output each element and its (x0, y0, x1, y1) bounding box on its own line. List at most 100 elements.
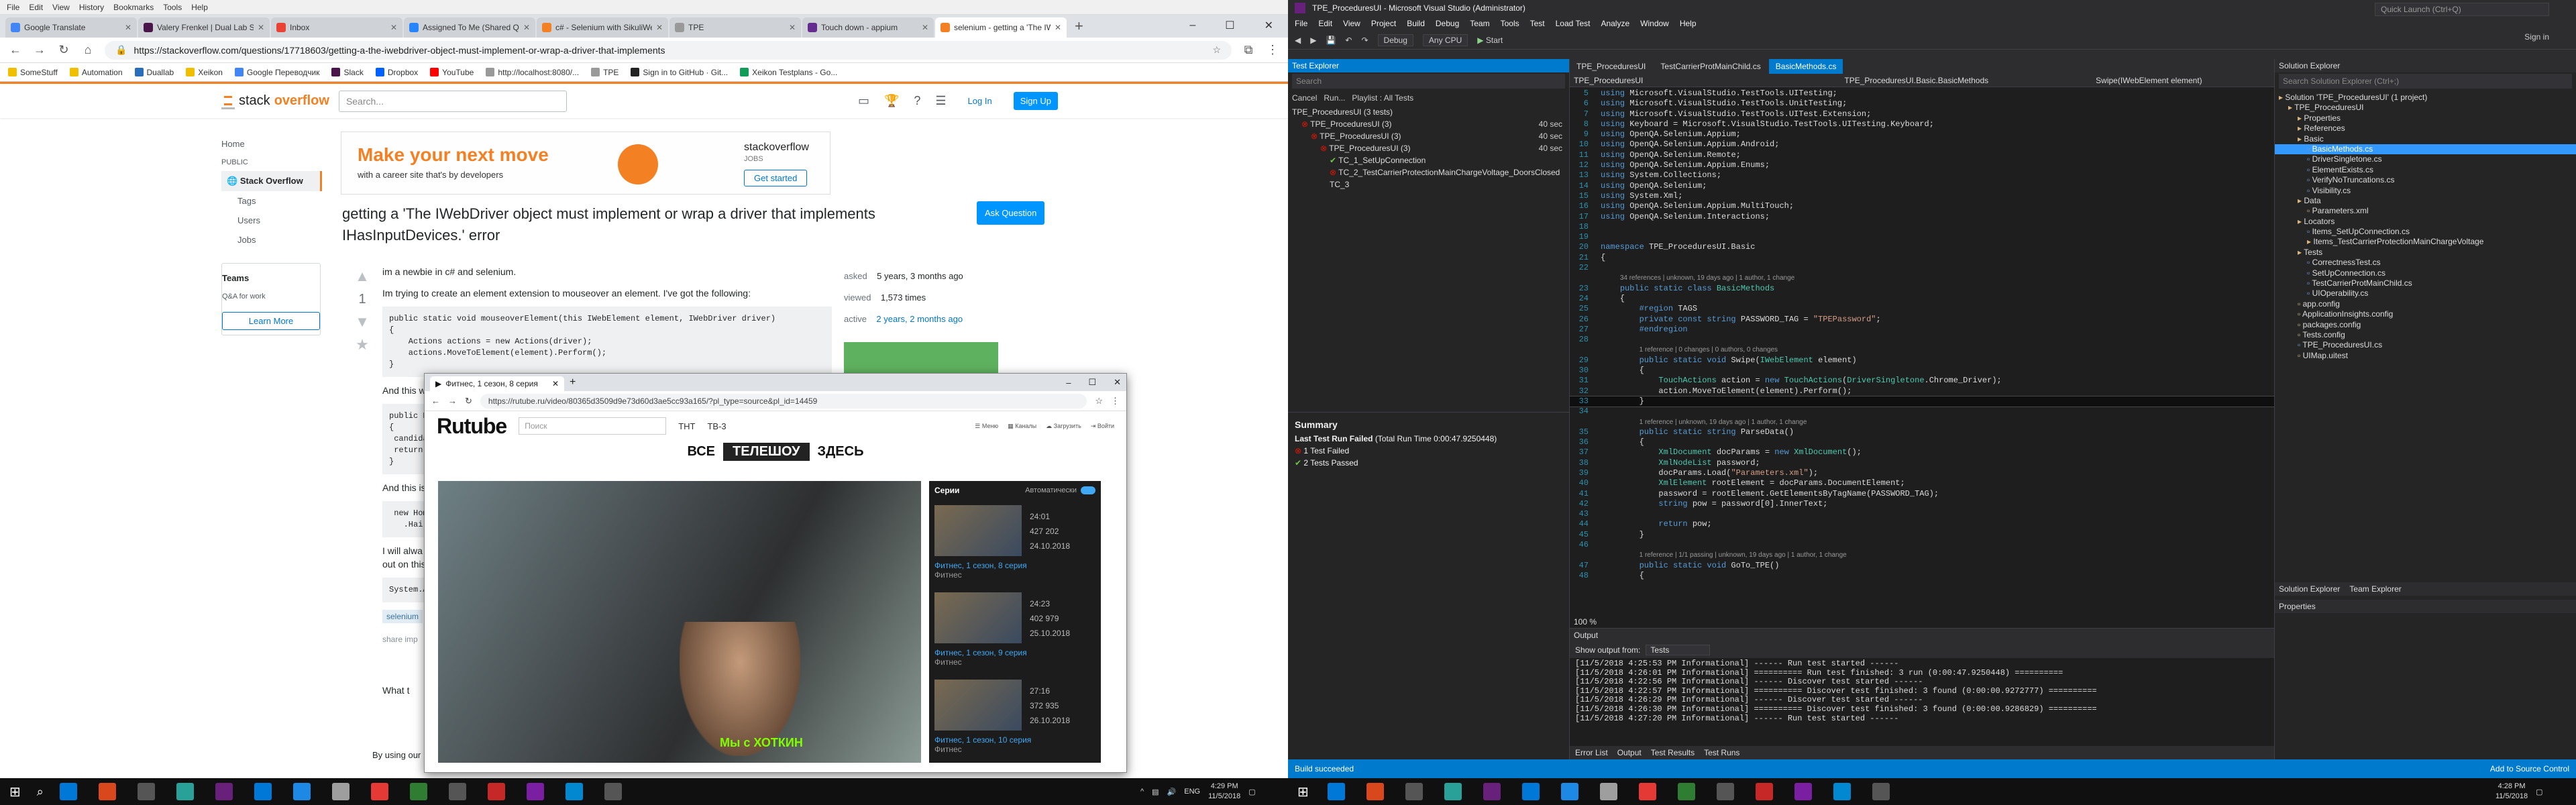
vs-menu-edit[interactable]: Edit (1318, 19, 1332, 28)
taskbar-app-icon[interactable] (1521, 783, 1540, 800)
login-icon[interactable]: ⇥ Войти (1091, 423, 1114, 430)
menu-item-edit[interactable]: Edit (29, 3, 43, 12)
playlist-select[interactable]: Playlist : All Tests (1352, 93, 1413, 103)
jobs-ad[interactable]: Make your next move with a career site t… (341, 131, 830, 195)
solution-item[interactable]: ▸ Tests (2275, 248, 2576, 258)
menu-item-view[interactable]: View (52, 3, 70, 12)
vs-menu-build[interactable]: Build (1407, 19, 1425, 28)
solution-item[interactable]: ▫ BasicMethods.cs (2275, 144, 2576, 155)
episode-channel[interactable]: Фитнес (934, 745, 1095, 754)
bookmark-item[interactable]: Xeikon Testplans - Go... (740, 68, 837, 77)
close-tab-icon[interactable]: ✕ (125, 23, 131, 32)
taskbar-app-icon[interactable] (59, 783, 77, 800)
test-row[interactable]: ⊗ TPE_ProceduresUI (3) 40 sec (1288, 142, 1569, 154)
taskbar-app-icon[interactable] (1677, 783, 1695, 800)
code-text[interactable]: 5 using Microsoft.VisualStudio.TestTools.… (1570, 89, 2274, 625)
nav-member[interactable]: Swipe(IWebElement element) (2096, 76, 2202, 85)
solution-item[interactable]: ▫ TPE_ProceduresUI.cs (2275, 340, 2576, 350)
panel-tab[interactable]: Team Explorer (2349, 584, 2401, 594)
episode-title[interactable]: Фитнес, 1 сезон, 10 серия (934, 735, 1095, 745)
address-bar[interactable]: 🔒 https://stackoverflow.com/questions/17… (105, 40, 1232, 60)
tool-tab[interactable]: Output (1617, 748, 1642, 757)
so-logo[interactable]: stack overflow (221, 93, 329, 109)
browser-tab[interactable]: Touch down - appium ✕ (802, 17, 934, 38)
vs-menu-test[interactable]: Test (1530, 19, 1545, 28)
close-icon[interactable]: ✕ (1114, 377, 1121, 388)
solution-item[interactable]: ▸ Locators (2275, 217, 2576, 227)
clock[interactable]: 4:29 PM 11/5/2018 (1208, 782, 1240, 802)
video-player[interactable]: Мы с ХОТКИН (438, 481, 921, 763)
vs-menu-project[interactable]: Project (1371, 19, 1396, 28)
solution-item[interactable]: ▸ References (2275, 123, 2576, 133)
taskbar-app-icon[interactable] (1405, 783, 1423, 800)
solution-item[interactable]: ▫ SetUpConnection.cs (2275, 268, 2576, 278)
notifications-icon[interactable]: ▢ (2536, 788, 2542, 796)
bookmark-item[interactable]: http://localhost:8080/... (486, 68, 579, 77)
nav-tv3[interactable]: ТВ-3 (707, 421, 726, 431)
taskbar-app-icon[interactable] (1833, 783, 1851, 800)
start-button[interactable]: ▶ Start (1477, 36, 1503, 45)
episode-channel[interactable]: Фитнес (934, 570, 1095, 580)
redo-icon[interactable]: ↷ (1361, 36, 1368, 45)
close-tab-icon[interactable]: ✕ (390, 23, 397, 32)
save-all-icon[interactable]: 💾 (1326, 36, 1336, 45)
taskbar-app-icon[interactable] (1327, 783, 1345, 800)
taskbar-app-icon[interactable] (98, 783, 116, 800)
add-to-source-control[interactable]: Add to Source Control (2490, 764, 2569, 773)
browser-menu-icon[interactable]: ⋮ (1265, 43, 1280, 57)
nav-home[interactable]: Home (221, 134, 322, 154)
output-source-select[interactable]: Tests (1646, 645, 1711, 655)
menu-icon[interactable]: ☰ Меню (975, 423, 998, 430)
network-icon[interactable]: ▤ (1152, 788, 1159, 796)
taskbar-app-icon[interactable] (370, 783, 388, 800)
output-text[interactable]: [11/5/2018 4:25:53 PM Informational] ---… (1570, 658, 2274, 724)
rutube-logo[interactable]: Rutube (437, 414, 507, 439)
star-icon[interactable]: ☆ (1212, 44, 1221, 56)
vs-menu-debug[interactable]: Debug (1436, 19, 1459, 28)
solution-item[interactable]: ▸ Solution 'TPE_ProceduresUI' (1 project… (2275, 93, 2576, 103)
forward-icon[interactable]: → (32, 43, 47, 57)
tool-tab[interactable]: Error List (1575, 748, 1608, 757)
vs-menu-file[interactable]: File (1295, 19, 1307, 28)
menu-item-file[interactable]: File (7, 3, 19, 12)
favorite-icon[interactable]: ★ (349, 333, 376, 356)
bookmark-item[interactable]: YouTube (430, 68, 474, 77)
solution-item[interactable]: ▫ UIMap.uitest (2275, 351, 2576, 361)
panel-tab[interactable]: Solution Explorer (2279, 584, 2340, 594)
taskbar-app-icon[interactable] (1755, 783, 1773, 800)
menu-item-bookmarks[interactable]: Bookmarks (113, 3, 154, 12)
test-row[interactable]: TPE_ProceduresUI (3 tests) (1288, 106, 1569, 118)
vs-menu-window[interactable]: Window (1640, 19, 1669, 28)
vs-menu-team[interactable]: Team (1470, 19, 1489, 28)
nav-tnt[interactable]: ТНТ (678, 421, 695, 431)
taskbar-app-icon[interactable] (487, 783, 505, 800)
back-icon[interactable]: ← (8, 43, 23, 57)
taskbar-app-icon[interactable] (526, 783, 544, 800)
signin-link[interactable]: Sign in (2524, 32, 2549, 42)
start-icon[interactable]: ⊞ (1288, 784, 1318, 800)
bookmark-item[interactable]: Slack (331, 68, 364, 77)
start-icon[interactable]: ⊞ (0, 784, 30, 800)
taskbar-app-icon[interactable] (215, 783, 233, 800)
taskbar-app-icon[interactable] (1366, 783, 1384, 800)
taskbar-app-icon[interactable] (1872, 783, 1890, 800)
solution-item[interactable]: ▸ Items_TestCarrierProtectionMainChargeV… (2275, 237, 2576, 247)
ask-question-button[interactable]: Ask Question (977, 201, 1045, 225)
platform-select[interactable]: Any CPU (1422, 34, 1468, 46)
tray-expand-icon[interactable]: ^ (1140, 788, 1144, 796)
solution-item[interactable]: ▸ Basic (2275, 134, 2576, 144)
solution-item[interactable]: ▫ CorrectnessTest.cs (2275, 258, 2576, 268)
maximize-icon[interactable]: ☐ (1225, 19, 1234, 32)
browser-tab[interactable]: TPE ✕ (669, 17, 801, 38)
new-tab-button[interactable]: + (570, 376, 576, 388)
tool-tab[interactable]: Test Runs (1704, 748, 1739, 757)
learn-more-button[interactable]: Learn More (222, 312, 320, 330)
browser-menu-icon[interactable]: ⋮ (1111, 396, 1120, 407)
channels-icon[interactable]: ▦ Каналы (1008, 423, 1036, 430)
browser-tab[interactable]: selenium - getting a 'The IWebDriver ✕ (935, 17, 1067, 38)
login-button[interactable]: Log In (961, 92, 999, 110)
browser-tab[interactable]: Inbox ✕ (271, 17, 402, 38)
question-title[interactable]: getting a 'The IWebDriver object must im… (342, 203, 946, 246)
solution-item[interactable]: ▫ packages.config (2275, 320, 2576, 330)
back-icon[interactable]: ← (431, 396, 440, 406)
